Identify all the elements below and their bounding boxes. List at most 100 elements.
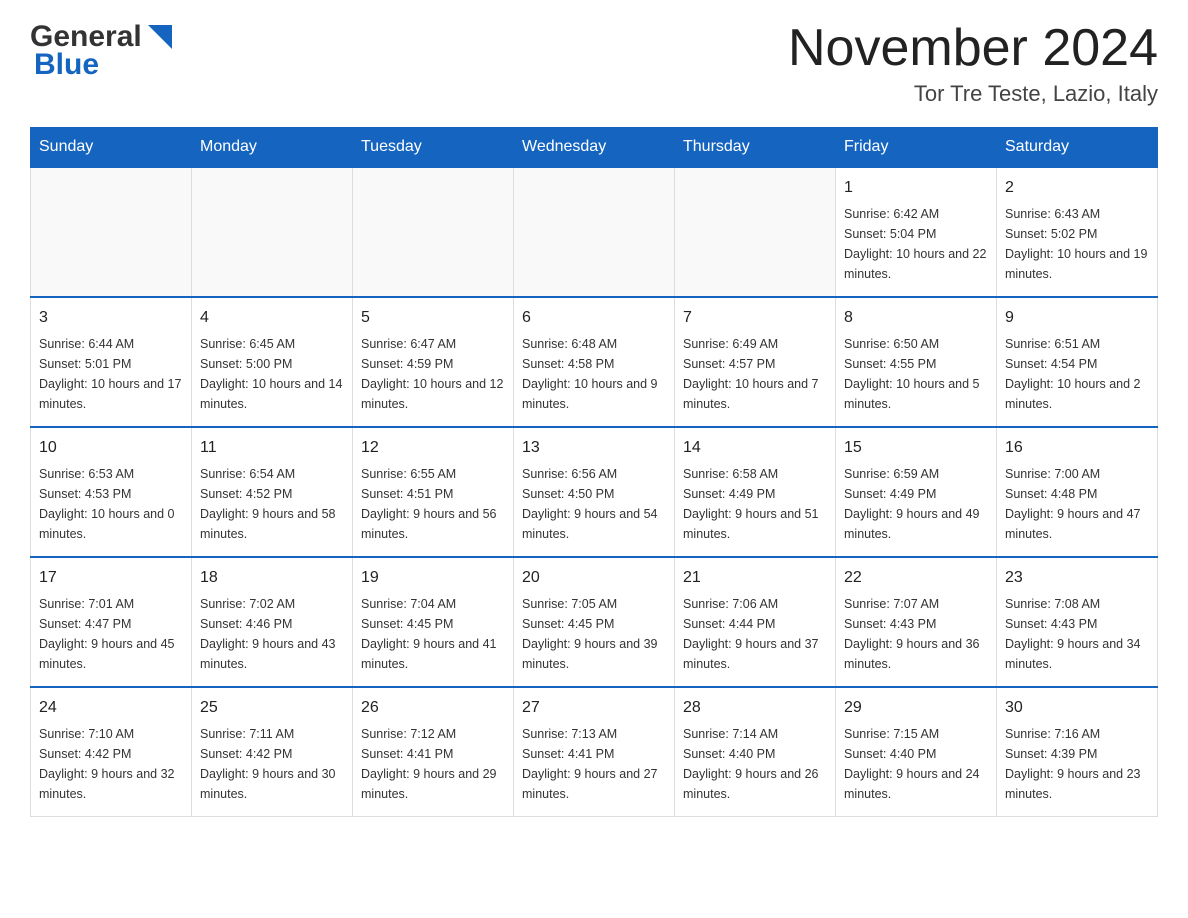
calendar-cell-w2-d2: 5 Sunrise: 6:47 AMSunset: 4:59 PMDaylight… <box>353 297 514 427</box>
day-info: Sunrise: 7:08 AMSunset: 4:43 PMDaylight:… <box>1005 594 1149 674</box>
weekday-header-saturday: Saturday <box>997 128 1158 168</box>
day-info: Sunrise: 7:00 AMSunset: 4:48 PMDaylight:… <box>1005 464 1149 544</box>
day-number: 23 <box>1005 566 1149 590</box>
day-number: 19 <box>361 566 505 590</box>
day-info: Sunrise: 6:42 AMSunset: 5:04 PMDaylight:… <box>844 204 988 284</box>
calendar-cell-w3-d4: 14 Sunrise: 6:58 AMSunset: 4:49 PMDayligh… <box>675 427 836 557</box>
calendar-cell-w5-d2: 26Sunrise: 7:12 AMSunset: 4:41 PMDayligh… <box>353 687 514 817</box>
calendar-cell-w2-d4: 7Sunrise: 6:49 AMSunset: 4:57 PMDaylight… <box>675 297 836 427</box>
day-info: Sunrise: 7:04 AMSunset: 4:45 PMDaylight:… <box>361 594 505 674</box>
day-number: 14 <box>683 436 827 460</box>
day-info: Sunrise: 6:50 AMSunset: 4:55 PMDaylight:… <box>844 334 988 414</box>
day-number: 16 <box>1005 436 1149 460</box>
logo-blue-text: Blue <box>34 48 99 82</box>
day-info: Sunrise: 6:47 AMSunset: 4:59 PMDaylight:… <box>361 334 505 414</box>
day-number: 29 <box>844 696 988 720</box>
calendar-cell-w1-d6: 2 Sunrise: 6:43 AMSunset: 5:02 PMDaylight… <box>997 167 1158 297</box>
day-number: 1 <box>844 176 988 200</box>
calendar-week-5: 24 Sunrise: 7:10 AMSunset: 4:42 PMDayligh… <box>31 687 1158 817</box>
day-info: Sunrise: 7:02 AMSunset: 4:46 PMDaylight:… <box>200 594 344 674</box>
day-number: 17 <box>39 566 183 590</box>
day-info: Sunrise: 7:16 AMSunset: 4:39 PMDaylight:… <box>1005 724 1149 804</box>
calendar-cell-w5-d0: 24 Sunrise: 7:10 AMSunset: 4:42 PMDayligh… <box>31 687 192 817</box>
day-info: Sunrise: 7:10 AMSunset: 4:42 PMDaylight:… <box>39 724 183 804</box>
title-block: November 2024 Tor Tre Teste, Lazio, Ital… <box>788 20 1158 107</box>
day-info: Sunrise: 7:14 AMSunset: 4:40 PMDaylight:… <box>683 724 827 804</box>
calendar-cell-w1-d3 <box>514 167 675 297</box>
day-number: 27 <box>522 696 666 720</box>
day-number: 5 <box>361 306 505 330</box>
day-number: 6 <box>522 306 666 330</box>
calendar-cell-w3-d0: 10Sunrise: 6:53 AMSunset: 4:53 PMDayligh… <box>31 427 192 557</box>
day-number: 12 <box>361 436 505 460</box>
day-number: 26 <box>361 696 505 720</box>
day-info: Sunrise: 6:58 AMSunset: 4:49 PMDaylight:… <box>683 464 827 544</box>
day-info: Sunrise: 7:13 AMSunset: 4:41 PMDaylight:… <box>522 724 666 804</box>
calendar: SundayMondayTuesdayWednesdayThursdayFrid… <box>30 127 1158 817</box>
day-info: Sunrise: 6:51 AMSunset: 4:54 PMDaylight:… <box>1005 334 1149 414</box>
day-info: Sunrise: 7:15 AMSunset: 4:40 PMDaylight:… <box>844 724 988 804</box>
day-info: Sunrise: 7:11 AMSunset: 4:42 PMDaylight:… <box>200 724 344 804</box>
day-info: Sunrise: 6:55 AMSunset: 4:51 PMDaylight:… <box>361 464 505 544</box>
day-number: 18 <box>200 566 344 590</box>
weekday-header-wednesday: Wednesday <box>514 128 675 168</box>
day-info: Sunrise: 6:43 AMSunset: 5:02 PMDaylight:… <box>1005 204 1149 284</box>
day-number: 24 <box>39 696 183 720</box>
day-info: Sunrise: 6:53 AMSunset: 4:53 PMDaylight:… <box>39 464 183 544</box>
day-info: Sunrise: 6:54 AMSunset: 4:52 PMDaylight:… <box>200 464 344 544</box>
day-info: Sunrise: 7:06 AMSunset: 4:44 PMDaylight:… <box>683 594 827 674</box>
calendar-cell-w4-d3: 20Sunrise: 7:05 AMSunset: 4:45 PMDayligh… <box>514 557 675 687</box>
day-info: Sunrise: 7:01 AMSunset: 4:47 PMDaylight:… <box>39 594 183 674</box>
calendar-cell-w5-d1: 25 Sunrise: 7:11 AMSunset: 4:42 PMDayligh… <box>192 687 353 817</box>
day-number: 9 <box>1005 306 1149 330</box>
month-title: November 2024 <box>788 20 1158 77</box>
day-number: 8 <box>844 306 988 330</box>
day-info: Sunrise: 7:07 AMSunset: 4:43 PMDaylight:… <box>844 594 988 674</box>
calendar-cell-w1-d2 <box>353 167 514 297</box>
day-number: 25 <box>200 696 344 720</box>
day-number: 21 <box>683 566 827 590</box>
weekday-header-friday: Friday <box>836 128 997 168</box>
calendar-cell-w1-d4 <box>675 167 836 297</box>
calendar-week-2: 3 Sunrise: 6:44 AMSunset: 5:01 PMDaylight… <box>31 297 1158 427</box>
calendar-cell-w2-d6: 9 Sunrise: 6:51 AMSunset: 4:54 PMDaylight… <box>997 297 1158 427</box>
day-info: Sunrise: 6:59 AMSunset: 4:49 PMDaylight:… <box>844 464 988 544</box>
day-number: 13 <box>522 436 666 460</box>
weekday-header-sunday: Sunday <box>31 128 192 168</box>
header: General Blue November 2024 Tor Tre Teste… <box>30 20 1158 107</box>
day-number: 15 <box>844 436 988 460</box>
calendar-cell-w4-d6: 23 Sunrise: 7:08 AMSunset: 4:43 PMDayligh… <box>997 557 1158 687</box>
calendar-cell-w4-d4: 21 Sunrise: 7:06 AMSunset: 4:44 PMDayligh… <box>675 557 836 687</box>
day-number: 28 <box>683 696 827 720</box>
calendar-cell-w5-d6: 30 Sunrise: 7:16 AMSunset: 4:39 PMDayligh… <box>997 687 1158 817</box>
day-info: Sunrise: 6:44 AMSunset: 5:01 PMDaylight:… <box>39 334 183 414</box>
day-number: 7 <box>683 306 827 330</box>
calendar-week-1: 1 Sunrise: 6:42 AMSunset: 5:04 PMDaylight… <box>31 167 1158 297</box>
calendar-cell-w3-d3: 13 Sunrise: 6:56 AMSunset: 4:50 PMDayligh… <box>514 427 675 557</box>
calendar-cell-w1-d5: 1 Sunrise: 6:42 AMSunset: 5:04 PMDaylight… <box>836 167 997 297</box>
calendar-cell-w3-d6: 16 Sunrise: 7:00 AMSunset: 4:48 PMDayligh… <box>997 427 1158 557</box>
day-info: Sunrise: 6:45 AMSunset: 5:00 PMDaylight:… <box>200 334 344 414</box>
weekday-header-monday: Monday <box>192 128 353 168</box>
location-title: Tor Tre Teste, Lazio, Italy <box>788 81 1158 107</box>
logo-triangle-icon <box>144 21 176 53</box>
logo: General Blue <box>30 20 176 82</box>
calendar-cell-w2-d1: 4Sunrise: 6:45 AMSunset: 5:00 PMDaylight… <box>192 297 353 427</box>
calendar-cell-w5-d3: 27 Sunrise: 7:13 AMSunset: 4:41 PMDayligh… <box>514 687 675 817</box>
calendar-cell-w2-d5: 8 Sunrise: 6:50 AMSunset: 4:55 PMDaylight… <box>836 297 997 427</box>
page-wrapper: General Blue November 2024 Tor Tre Teste… <box>0 0 1188 837</box>
weekday-header-thursday: Thursday <box>675 128 836 168</box>
day-number: 11 <box>200 436 344 460</box>
calendar-cell-w4-d5: 22 Sunrise: 7:07 AMSunset: 4:43 PMDayligh… <box>836 557 997 687</box>
day-number: 22 <box>844 566 988 590</box>
day-info: Sunrise: 6:48 AMSunset: 4:58 PMDaylight:… <box>522 334 666 414</box>
day-info: Sunrise: 6:56 AMSunset: 4:50 PMDaylight:… <box>522 464 666 544</box>
day-number: 30 <box>1005 696 1149 720</box>
calendar-cell-w4-d2: 19 Sunrise: 7:04 AMSunset: 4:45 PMDayligh… <box>353 557 514 687</box>
calendar-cell-w2-d0: 3 Sunrise: 6:44 AMSunset: 5:01 PMDaylight… <box>31 297 192 427</box>
day-info: Sunrise: 7:05 AMSunset: 4:45 PMDaylight:… <box>522 594 666 674</box>
calendar-cell-w1-d0 <box>31 167 192 297</box>
calendar-cell-w1-d1 <box>192 167 353 297</box>
day-number: 2 <box>1005 176 1149 200</box>
day-number: 3 <box>39 306 183 330</box>
